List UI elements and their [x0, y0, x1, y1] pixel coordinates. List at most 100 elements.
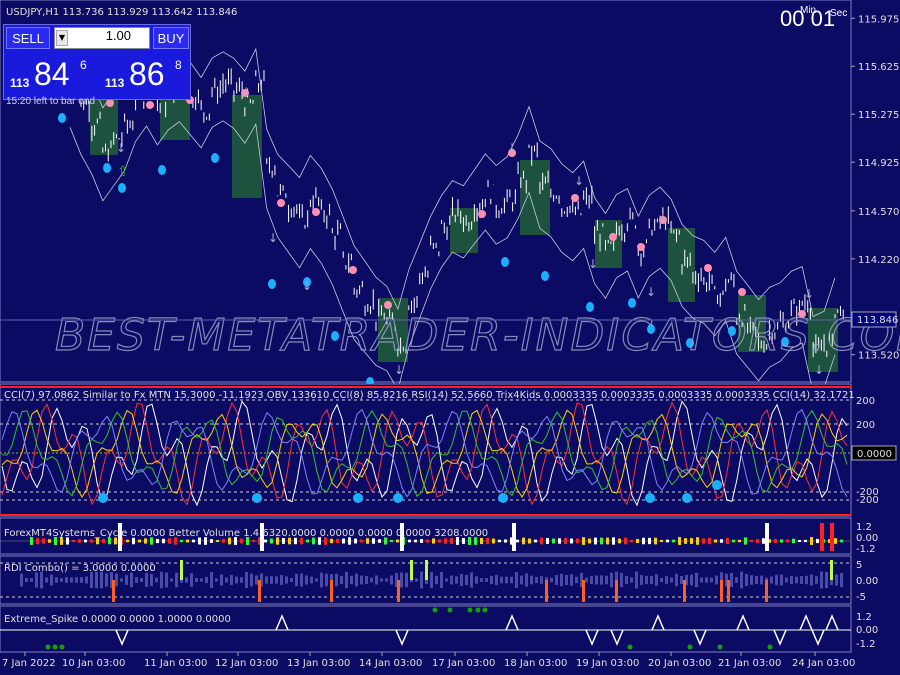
rdi-bar: [490, 575, 493, 585]
sell-quote[interactable]: 113 84 6: [6, 52, 94, 98]
osc-title: CCI(7) 97.0862 Similar to Fx MTN 15.3000…: [4, 390, 855, 401]
buy-button[interactable]: BUY: [153, 27, 189, 49]
cycle-bar: [648, 537, 651, 545]
sell-price-main: 84: [34, 56, 70, 92]
cycle-bar: [144, 538, 147, 544]
sell-price-prefix: 113: [10, 76, 30, 90]
cycle-title: ForexMT4Systems_Cycle 0.0000 Better Volu…: [4, 528, 488, 539]
rdi-bar: [560, 573, 563, 587]
spike-dot: [475, 607, 481, 613]
cycle-bar: [642, 537, 645, 545]
cycle-bar: [126, 539, 129, 543]
rdi-bar: [775, 574, 778, 586]
cycle-bar: [702, 538, 705, 544]
spike-panel: [0, 605, 852, 653]
rdi-bar: [95, 571, 98, 589]
cycle-bar: [672, 539, 675, 543]
rdi-bar: [185, 577, 188, 583]
rdi-bar: [595, 575, 598, 585]
signal-dot: [268, 279, 276, 289]
rdi-bar: [730, 573, 733, 587]
rdi-bar: [195, 578, 198, 582]
rdi-bar: [590, 576, 593, 584]
time-tick-label: 20 Jan 03:00: [648, 658, 711, 669]
rdi-bar: [740, 571, 743, 589]
rdi-bar: [535, 576, 538, 584]
signal-arrow: ↓: [646, 285, 656, 299]
rdi-down: [258, 580, 261, 602]
rdi-bar: [290, 578, 293, 582]
rdi-bar: [170, 578, 173, 582]
cycle-bar: [210, 539, 213, 543]
cycle-bar: [492, 538, 495, 544]
cycle-bar: [186, 539, 189, 543]
spike-dot: [467, 607, 473, 613]
rdi-bar: [680, 576, 683, 584]
cycle-bar: [180, 539, 183, 543]
time-tick-label: 24 Jan 03:00: [792, 658, 855, 669]
time-tick-label: 13 Jan 03:00: [287, 658, 350, 669]
rdi-bar: [805, 575, 808, 585]
sell-price-pip: 6: [80, 58, 87, 72]
signal-arrow: ↓: [588, 257, 598, 271]
signal-arrow: ↓: [814, 363, 824, 377]
price-tick-label: 115.975: [858, 14, 899, 25]
cycle-bar: [432, 538, 435, 544]
cycle-bar: [264, 539, 267, 543]
cycle-bar: [78, 539, 81, 543]
signal-dot: [277, 199, 285, 207]
rdi-down: [397, 580, 400, 602]
cycle-bar: [636, 538, 639, 544]
signal-dot: [571, 194, 579, 202]
buy-quote[interactable]: 113 86 8: [101, 52, 189, 98]
rdi-bar: [125, 575, 128, 585]
rdi-bar: [605, 575, 608, 585]
rdi-bar: [70, 577, 73, 583]
price-tick-label: 115.625: [858, 62, 899, 73]
cycle-bar: [48, 539, 51, 543]
cycle-bar: [216, 539, 219, 543]
cycle-bar: [588, 538, 591, 544]
rdi-down: [112, 580, 115, 602]
cycle-bar: [330, 538, 333, 544]
signal-dot: [312, 208, 320, 216]
signal-arrow: ↓: [804, 287, 814, 301]
cycle-spike: [512, 523, 516, 551]
up-arrow-icon: ⇧: [117, 164, 129, 180]
cycle-bar: [624, 537, 627, 545]
cycle-bar: [774, 539, 777, 543]
cycle-bar: [522, 537, 525, 545]
cycle-bar: [84, 539, 87, 543]
rdi-bar: [210, 572, 213, 588]
rdi-bar: [190, 573, 193, 587]
lot-dropdown-icon[interactable]: ▼: [56, 30, 68, 46]
cycle-spike: [765, 523, 769, 551]
rdi-bar: [655, 574, 658, 586]
cycle-bar: [630, 539, 633, 543]
rdi-title: RDI Combo() = 3.0000 0.0000: [4, 563, 156, 574]
rdi-down: [582, 580, 585, 602]
spike-tick-1: 1.2: [856, 612, 872, 623]
spike-dot: [627, 644, 633, 650]
cycle-bar: [684, 538, 687, 544]
spike-tick-2: 0.00: [856, 625, 878, 636]
cycle-bar: [594, 537, 597, 545]
rdi-bar: [370, 577, 373, 583]
cycle-bar: [600, 537, 603, 545]
cycle-tick-2: 0.00: [856, 533, 878, 544]
spike-dot: [447, 607, 453, 613]
cycle-bar: [528, 538, 531, 544]
signal-dot: [637, 243, 645, 251]
lot-size-input[interactable]: 1.00: [54, 27, 150, 49]
time-tick-label: 10 Jan 03:00: [62, 658, 125, 669]
rdi-bar: [550, 577, 553, 583]
signal-dot: [609, 233, 617, 241]
cycle-bar: [810, 537, 813, 545]
sell-button[interactable]: SELL: [6, 27, 50, 49]
rdi-bar: [215, 578, 218, 582]
cycle-bar: [792, 538, 795, 544]
symbol-line: USDJPY,H1 113.736 113.929 113.642 113.84…: [6, 7, 237, 18]
rdi-bar: [355, 573, 358, 587]
rdi-bar: [415, 578, 418, 582]
rdi-bar: [325, 573, 328, 587]
